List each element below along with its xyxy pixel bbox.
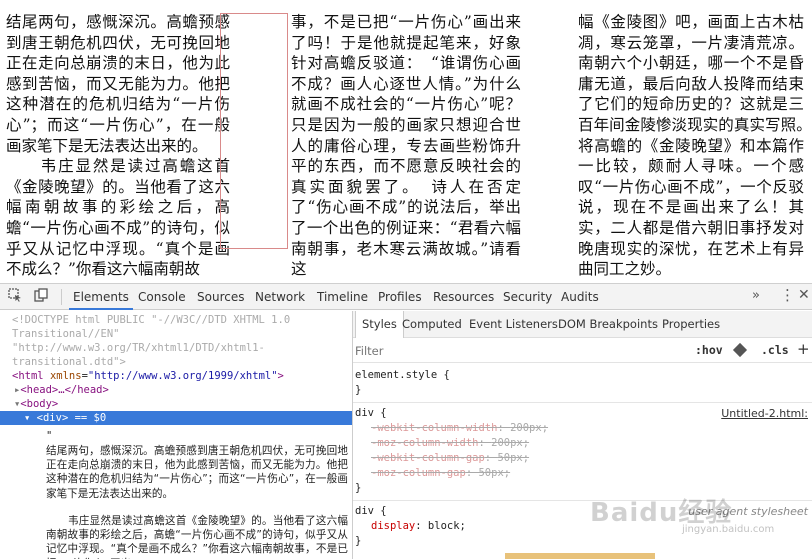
doctype-line[interactable]: "http://www.w3.org/TR/xhtml1/DTD/xhtml1- [12, 341, 352, 355]
style-property-disabled[interactable]: -webkit-column-gap: 50px; [371, 451, 812, 466]
paragraph: 结尾两句，感慨深沉。高蟾预感到唐王朝危机四伏，无可挽回地正在走向总崩溃的末日，他… [6, 13, 230, 155]
style-property-disabled[interactable]: -moz-column-width: 200px; [371, 436, 812, 451]
tab-elements[interactable]: Elements [69, 284, 133, 310]
collapse-arrow-icon[interactable]: ▾ [24, 412, 37, 424]
new-rule-button[interactable]: + [797, 340, 810, 358]
div-node-selected[interactable]: ▾ <div> == $0 [0, 411, 352, 426]
tab-profiles[interactable]: Profiles [378, 284, 422, 310]
sidebar-tabs: Styles Computed Event Listeners DOM Brea… [353, 311, 812, 338]
doctype-line[interactable]: transitional.dtd"> [12, 355, 352, 369]
text-quote: " [46, 430, 53, 442]
devtools-toolbar: Elements Console Sources Network Timelin… [0, 284, 812, 310]
text-node[interactable]: 韦庄显然是读过高蟾这首《金陵晚望》的。当他看了这六幅南朝故事的彩绘之后，高蟾“一… [46, 514, 348, 559]
text-column-2: 事，不是已把“一片伤心”画出来了吗！于是他就提起笔来，好象针对高蟾反驳道： “谁… [291, 12, 521, 280]
rule-close-brace: } [355, 482, 362, 494]
tab-resources[interactable]: Resources [433, 284, 494, 310]
paragraph: 韦庄显然是读过高蟾这首《金陵晚望》的。当他看了这六幅南朝故事的彩绘之后，高蟾“一… [6, 157, 230, 279]
tab-dom-breakpoints[interactable]: DOM Breakpoints [558, 311, 658, 338]
styles-filter-bar: :hov .cls + [353, 339, 812, 363]
doctype-line[interactable]: Transitional//EN" [12, 327, 352, 341]
inspect-icon[interactable] [6, 288, 24, 306]
style-property-disabled[interactable]: -webkit-column-width: 200px; [371, 421, 812, 436]
hover-state-toggle[interactable]: :hov [695, 343, 723, 357]
device-mode-icon[interactable] [32, 288, 50, 306]
element-state-icon[interactable] [732, 342, 748, 358]
attr-name: xmlns [49, 370, 82, 382]
rule-source-link[interactable]: Untitled-2.html: [721, 406, 808, 421]
rule-divider [353, 402, 812, 403]
body-node[interactable]: ▾<body> [14, 397, 352, 411]
rule-close-brace: } [355, 384, 362, 396]
tab-audits[interactable]: Audits [561, 284, 599, 310]
tab-properties[interactable]: Properties [662, 311, 720, 338]
close-icon[interactable]: ✕ [798, 287, 810, 303]
rule-close-brace: } [355, 535, 362, 547]
inspect-highlight-box [220, 13, 288, 249]
doctype-line[interactable]: <!DOCTYPE html PUBLIC "-//W3C//DTD XHTML… [12, 313, 352, 327]
text-node[interactable]: 结尾两句，感慨深沉。高蟾预感到唐王朝危机四伏，无可挽回地正在走向总崩溃的末日，他… [46, 444, 348, 501]
tab-console[interactable]: Console [138, 284, 186, 310]
tab-security[interactable]: Security [503, 284, 552, 310]
tab-network[interactable]: Network [255, 284, 305, 310]
kebab-menu-icon[interactable]: ⋮ [780, 286, 795, 304]
paragraph: 事，不是已把“一片伤心”画出来了吗！于是他就提起笔来，好象针对高蟾反驳道： “谁… [291, 13, 521, 279]
text-column-1: 结尾两句，感慨深沉。高蟾预感到唐王朝危机四伏，无可挽回地正在走向总崩溃的末日，他… [6, 12, 230, 280]
html-node[interactable]: <html xmlns="http://www.w3.org/1999/xhtm… [12, 369, 352, 383]
filter-input[interactable] [355, 342, 675, 360]
style-property-disabled[interactable]: -moz-column-gap: 50px; [371, 466, 812, 481]
text-column-3: 幅《金陵图》吧，画面上古木枯凋，寒云笼罩，一片凄清荒凉。南朝六个小朝廷，哪一个不… [578, 12, 812, 280]
class-toggle[interactable]: .cls [761, 343, 789, 357]
tab-event-listeners[interactable]: Event Listeners [469, 311, 558, 338]
attr-value: "http://www.w3.org/1999/xhtml" [87, 370, 278, 382]
tab-timeline[interactable]: Timeline [317, 284, 368, 310]
element-style-selector[interactable]: element.style { [355, 368, 805, 383]
tab-computed[interactable]: Computed [402, 311, 462, 338]
head-node[interactable]: ▸<head>…</head> [14, 383, 352, 397]
watermark-url: jingyan.baidu.com [682, 524, 775, 535]
tab-styles[interactable]: Styles [355, 311, 404, 338]
paragraph: 幅《金陵图》吧，画面上古木枯凋，寒云笼罩，一片凄清荒凉。南朝六个小朝廷，哪一个不… [578, 13, 812, 279]
tab-sources[interactable]: Sources [197, 284, 244, 310]
tag-name: html [18, 370, 44, 382]
elements-tree: <!DOCTYPE html PUBLIC "-//W3C//DTD XHTML… [0, 311, 352, 559]
bottom-strip [505, 553, 655, 559]
more-tabs-icon[interactable]: » [752, 288, 760, 303]
page-render-area: 结尾两句，感慨深沉。高蟾预感到唐王朝危机四伏，无可挽回地正在走向总崩溃的末日，他… [0, 0, 812, 283]
toolbar-divider [61, 289, 62, 305]
rule-divider [353, 500, 812, 501]
styles-pane: Styles Computed Event Listeners DOM Brea… [353, 311, 812, 559]
